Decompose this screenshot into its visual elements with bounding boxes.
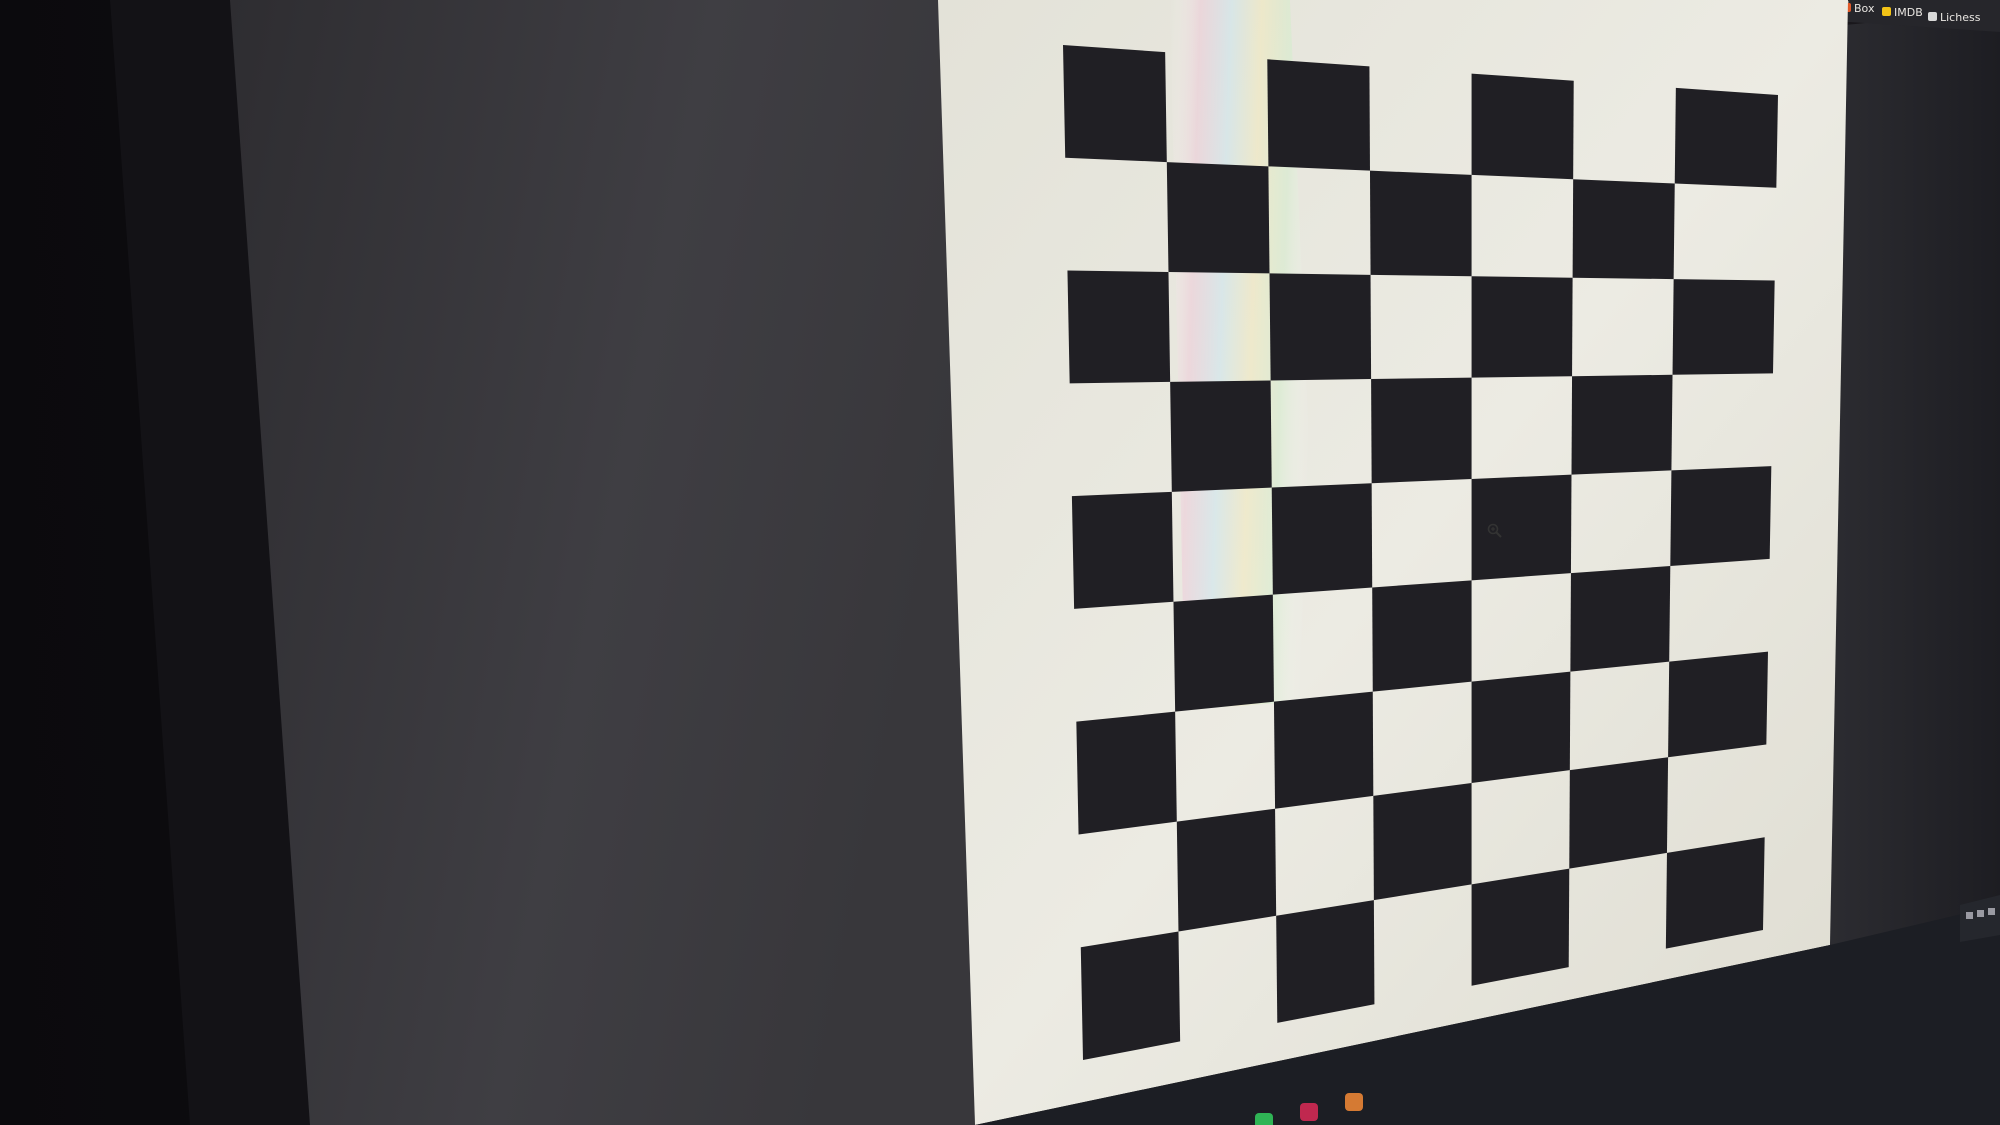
monitor-photo: eBayE-FoodBoxIMDBLichess bbox=[0, 0, 2000, 1125]
dark-square bbox=[1670, 466, 1772, 567]
dark-square bbox=[1672, 279, 1775, 375]
dark-square bbox=[1571, 374, 1673, 475]
dark-square bbox=[1572, 179, 1675, 280]
dark-square bbox=[1668, 651, 1768, 758]
bookmark-label: Lichess bbox=[1940, 11, 1981, 24]
dark-square bbox=[1166, 162, 1270, 274]
photo-scene: eBayE-FoodBoxIMDBLichess bbox=[0, 0, 2000, 1125]
bookmark-label: Box bbox=[1854, 2, 1875, 15]
chevron-up-icon[interactable] bbox=[1966, 912, 1973, 919]
dark-square bbox=[1269, 273, 1372, 381]
dark-square bbox=[1080, 931, 1181, 1060]
dark-square bbox=[1173, 594, 1274, 712]
volume-icon[interactable] bbox=[1988, 908, 1995, 915]
dark-square bbox=[1471, 276, 1573, 378]
dark-square bbox=[1570, 566, 1671, 672]
intellij-icon[interactable] bbox=[1300, 1103, 1318, 1121]
desktop-area bbox=[230, 0, 975, 1125]
dark-square bbox=[1076, 711, 1177, 835]
lichess-icon bbox=[1928, 12, 1937, 21]
bookmark-label: IMDB bbox=[1894, 6, 1923, 19]
dark-square bbox=[1067, 270, 1171, 384]
dark-square bbox=[1371, 377, 1472, 484]
chrome-icon[interactable] bbox=[1255, 1113, 1273, 1125]
dark-square bbox=[1471, 868, 1570, 986]
dark-square bbox=[1372, 580, 1472, 692]
dark-square bbox=[1063, 45, 1167, 163]
side-panel bbox=[1830, 10, 2000, 950]
dark-square bbox=[1276, 900, 1375, 1023]
dark-square bbox=[1665, 837, 1765, 949]
dark-square bbox=[1373, 783, 1472, 901]
network-icon[interactable] bbox=[1977, 910, 1984, 917]
imdb-icon bbox=[1882, 7, 1891, 16]
dark-square bbox=[1271, 483, 1373, 595]
dark-square bbox=[1471, 474, 1572, 581]
dark-square bbox=[1267, 59, 1370, 171]
dark-square bbox=[1071, 491, 1174, 609]
player-icon[interactable] bbox=[1345, 1093, 1363, 1111]
dark-square bbox=[1369, 170, 1472, 277]
dark-square bbox=[1674, 87, 1778, 188]
dark-square bbox=[1569, 757, 1669, 869]
dark-square bbox=[1471, 73, 1574, 180]
dark-square bbox=[1273, 691, 1374, 809]
dark-square bbox=[1471, 671, 1571, 784]
dark-square bbox=[1176, 808, 1277, 932]
dark-square bbox=[1170, 380, 1272, 492]
